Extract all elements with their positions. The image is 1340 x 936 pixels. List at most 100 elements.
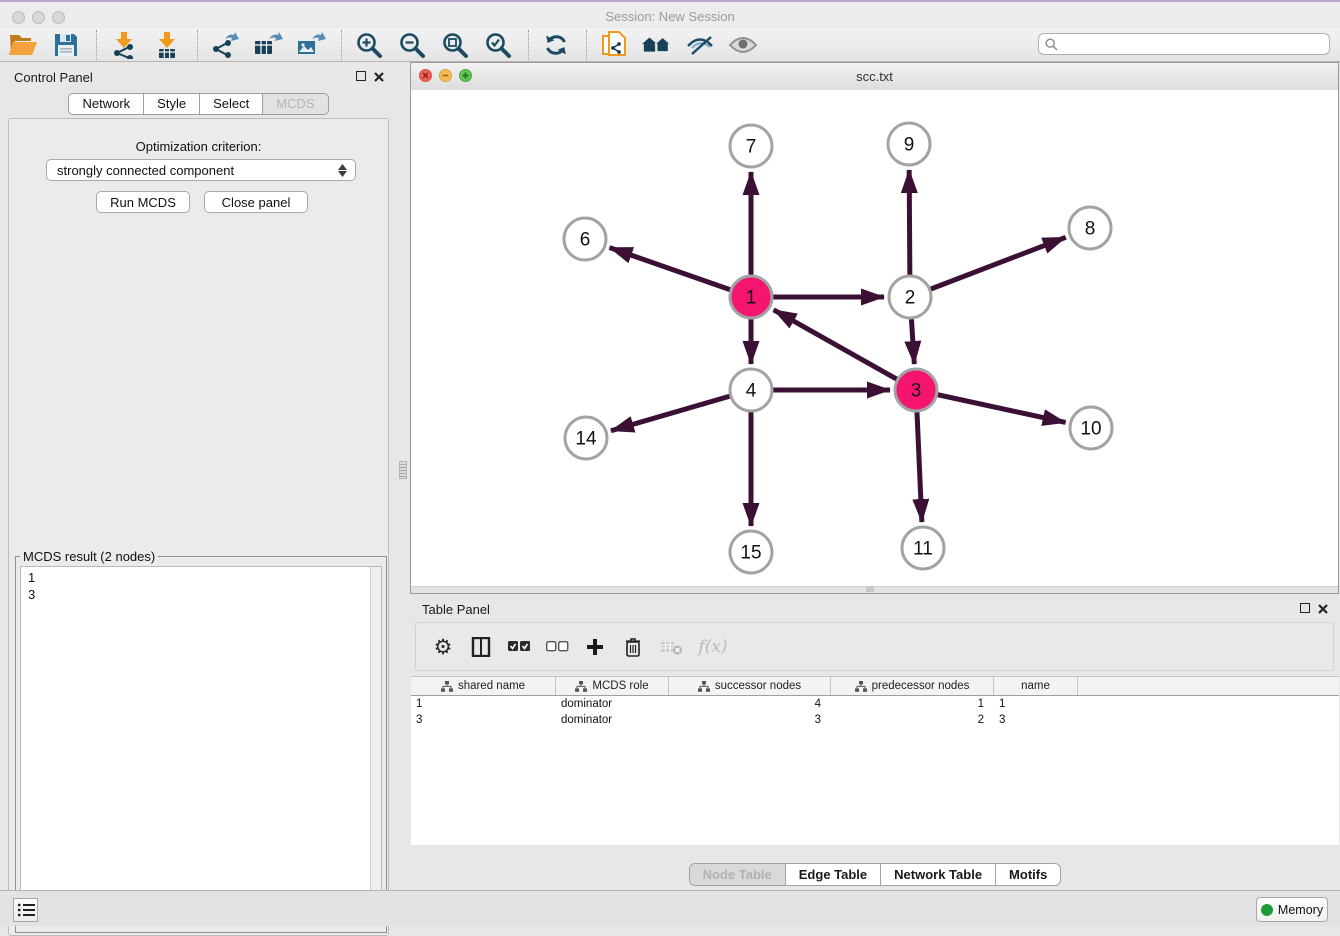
graph-node-7[interactable]: 7 [730,125,772,167]
network-window-titlebar: scc.txt [411,63,1338,91]
edge-3-1[interactable] [774,310,916,390]
export-image-icon[interactable] [296,30,326,60]
graph-node-2[interactable]: 2 [889,276,931,318]
graph-node-6[interactable]: 6 [564,218,606,260]
table-cell[interactable]: dominator [556,698,669,710]
graph-node-11[interactable]: 11 [902,527,944,569]
tab-style[interactable]: Style [143,93,199,115]
table-cell[interactable]: 3 [669,714,831,726]
memory-status-icon [1261,904,1273,916]
deselect-all-columns-icon[interactable] [544,634,570,660]
graph-node-15[interactable]: 15 [730,531,772,573]
tab-select[interactable]: Select [199,93,262,115]
table-cell[interactable]: 4 [669,698,831,710]
graph-node-3[interactable]: 3 [895,369,937,411]
float-table-panel-icon[interactable] [1300,603,1310,613]
network-file-icon[interactable] [599,30,629,60]
table-panel-titlebar: Table Panel [410,594,1340,624]
column-header-label: predecessor nodes [872,680,970,692]
table-row[interactable]: 1dominator411 [411,696,1339,712]
graph-node-4[interactable]: 4 [730,369,772,411]
home-networks-icon[interactable] [642,30,672,60]
show-graphics-icon[interactable] [728,30,758,60]
network-title: scc.txt [411,69,1338,84]
criterion-dropdown[interactable]: strongly connected component [46,159,356,181]
export-table-icon[interactable] [253,30,283,60]
import-table-icon[interactable] [152,30,182,60]
table-cell[interactable]: dominator [556,714,669,726]
network-resize-grip[interactable] [866,587,874,592]
table-cell[interactable]: 3 [994,714,1078,726]
close-table-panel-icon[interactable] [1317,602,1329,614]
zoom-selected-icon[interactable] [483,30,513,60]
table-row[interactable]: 3dominator323 [411,712,1339,728]
open-session-icon[interactable] [8,30,38,60]
node-label: 2 [905,288,916,309]
table-cell[interactable]: 1 [994,698,1078,710]
optimization-criterion-label: Optimization criterion: [9,139,388,154]
column-header-name[interactable]: name [994,677,1078,695]
column-header-label: shared name [458,680,525,692]
vertical-splitter-grip[interactable] [399,461,407,479]
node-table: shared name MCDS role successor nodes pr… [411,676,1339,845]
table-settings-gear-icon[interactable]: ⚙ [430,634,456,660]
tab-network[interactable]: Network [68,93,143,115]
hide-graphics-icon[interactable] [685,30,715,60]
network-canvas[interactable]: 7 9 6 8 1 2 4 3 14 10 15 11 [411,90,1338,588]
show-columns-icon[interactable] [468,634,494,660]
close-panel-button[interactable]: Close panel [204,191,308,213]
column-header-mcds-role[interactable]: MCDS role [556,677,669,695]
show-panels-list-icon[interactable] [13,898,38,922]
tab-node-table[interactable]: Node Table [689,863,785,886]
float-panel-icon[interactable] [356,71,366,81]
toolbar-separator [197,30,198,60]
table-panel: Table Panel ⚙ f(x) shared n [410,594,1340,890]
hierarchy-column-icon [575,681,587,692]
node-label: 10 [1080,419,1101,440]
graph-node-14[interactable]: 14 [565,417,607,459]
table-cell[interactable]: 1 [831,698,994,710]
zoom-in-icon[interactable] [354,30,384,60]
mcds-result-text[interactable]: 13 [20,566,382,922]
add-column-icon[interactable] [582,634,608,660]
memory-button[interactable]: Memory [1256,897,1328,922]
table-type-tabs: Node TableEdge TableNetwork TableMotifs [410,863,1340,886]
hierarchy-column-icon [855,681,867,692]
result-scrollbar[interactable] [370,567,381,921]
column-header-predecessor-nodes[interactable]: predecessor nodes [831,677,994,695]
export-network-icon[interactable] [210,30,240,60]
result-line: 1 [28,569,381,586]
tab-motifs[interactable]: Motifs [995,863,1061,886]
network-graph[interactable]: 7 9 6 8 1 2 4 3 14 10 15 11 [411,90,1338,588]
graph-node-8[interactable]: 8 [1069,207,1111,249]
run-mcds-button[interactable]: Run MCDS [96,191,190,213]
column-header-successor-nodes[interactable]: successor nodes [669,677,831,695]
graph-node-9[interactable]: 9 [888,123,930,165]
control-panel-titlebar: Control Panel [0,62,397,92]
graph-node-10[interactable]: 10 [1070,407,1112,449]
search-field[interactable] [1038,33,1330,55]
select-all-columns-icon[interactable] [506,634,532,660]
save-session-icon[interactable] [51,30,81,60]
graph-node-1[interactable]: 1 [730,276,772,318]
close-panel-icon[interactable] [373,70,385,82]
column-header-shared-name[interactable]: shared name [411,677,556,695]
refresh-icon[interactable] [541,30,571,60]
table-cell[interactable]: 1 [411,698,556,710]
edge-2-8[interactable] [910,237,1066,297]
table-cell[interactable]: 3 [411,714,556,726]
zoom-fit-icon[interactable] [440,30,470,60]
table-cell[interactable]: 2 [831,714,994,726]
tab-mcds[interactable]: MCDS [262,93,328,115]
delete-column-trash-icon[interactable] [620,634,646,660]
tab-network-table[interactable]: Network Table [880,863,995,886]
search-input[interactable] [1062,35,1329,53]
column-header-label: MCDS role [592,680,648,692]
node-label: 3 [911,381,922,402]
edge-3-10[interactable] [916,390,1066,422]
node-label: 15 [740,543,761,564]
tab-edge-table[interactable]: Edge Table [785,863,880,886]
import-network-icon[interactable] [109,30,139,60]
node-label: 8 [1085,219,1096,240]
zoom-out-icon[interactable] [397,30,427,60]
